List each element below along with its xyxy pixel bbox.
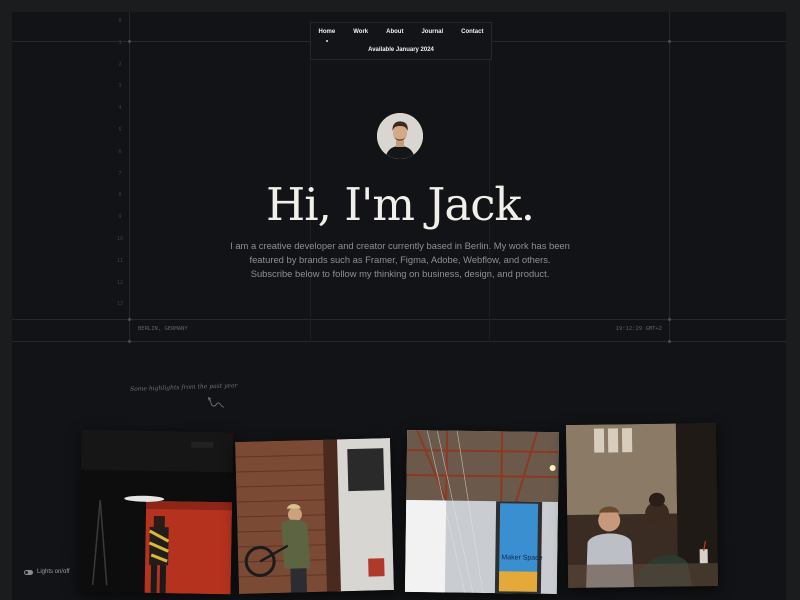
photo-cyclist-brick-wall[interactable] bbox=[235, 437, 394, 595]
ruler-mark: 2 bbox=[118, 61, 122, 68]
top-nav: Home Work About Journal Contact Availabl… bbox=[310, 22, 492, 60]
maker-space-image: Maker Space bbox=[404, 429, 560, 595]
availability-text: Available January 2024 bbox=[368, 47, 434, 53]
cafe-image bbox=[565, 422, 719, 589]
nav-link-journal[interactable]: Journal bbox=[412, 29, 452, 35]
grid-dot bbox=[128, 340, 131, 343]
ruler-mark: 4 bbox=[118, 105, 122, 112]
maker-space-sign-text: Maker Space bbox=[501, 554, 542, 562]
grid-line bbox=[669, 12, 670, 342]
photo-maker-space[interactable]: Maker Space bbox=[404, 429, 560, 595]
ruler-mark: 5 bbox=[118, 126, 122, 133]
studio-image bbox=[78, 429, 234, 595]
vertical-ruler: 0 1 2 3 4 5 6 7 8 9 10 11 12 13 bbox=[116, 18, 124, 323]
ruler-mark: 0 bbox=[118, 18, 122, 24]
ruler-mark: 1 bbox=[118, 39, 122, 46]
ruler-mark: 13 bbox=[116, 301, 124, 308]
location-label: BERLIN, GERMANY bbox=[138, 326, 188, 332]
lights-toggle-label: Lights on/off bbox=[37, 569, 70, 575]
ruler-mark: 6 bbox=[118, 148, 122, 155]
nav-link-work[interactable]: Work bbox=[344, 29, 377, 35]
nav-links: Home Work About Journal Contact bbox=[310, 29, 492, 42]
grid-dot bbox=[668, 318, 671, 321]
arrow-squiggle-icon bbox=[207, 396, 225, 408]
grid-dot bbox=[668, 40, 671, 43]
ruler-mark: 12 bbox=[116, 279, 124, 286]
local-time: 19:12:29 GMT+2 bbox=[615, 326, 662, 332]
nav-link-contact[interactable]: Contact bbox=[452, 29, 492, 35]
nav-link-home[interactable]: Home bbox=[310, 29, 345, 42]
grid-dot bbox=[128, 40, 131, 43]
grid-line bbox=[129, 12, 130, 342]
hero-bio: I am a creative developer and creator cu… bbox=[230, 240, 570, 279]
grid-dot bbox=[128, 318, 131, 321]
nav-link-about[interactable]: About bbox=[377, 29, 412, 35]
avatar bbox=[377, 113, 423, 159]
ruler-mark: 11 bbox=[116, 257, 124, 264]
cyclist-image bbox=[235, 437, 394, 595]
avatar-portrait bbox=[377, 113, 423, 159]
toggle-switch-icon bbox=[24, 569, 33, 575]
lights-toggle[interactable]: Lights on/off bbox=[24, 569, 70, 575]
ruler-mark: 3 bbox=[118, 83, 122, 90]
ruler-mark: 10 bbox=[116, 235, 124, 242]
photo-cafe-meeting[interactable] bbox=[565, 422, 719, 589]
photo-studio-shoot[interactable] bbox=[78, 429, 234, 595]
hero-headline: Hi, I'm Jack. bbox=[265, 178, 535, 231]
grid-dot bbox=[668, 340, 671, 343]
